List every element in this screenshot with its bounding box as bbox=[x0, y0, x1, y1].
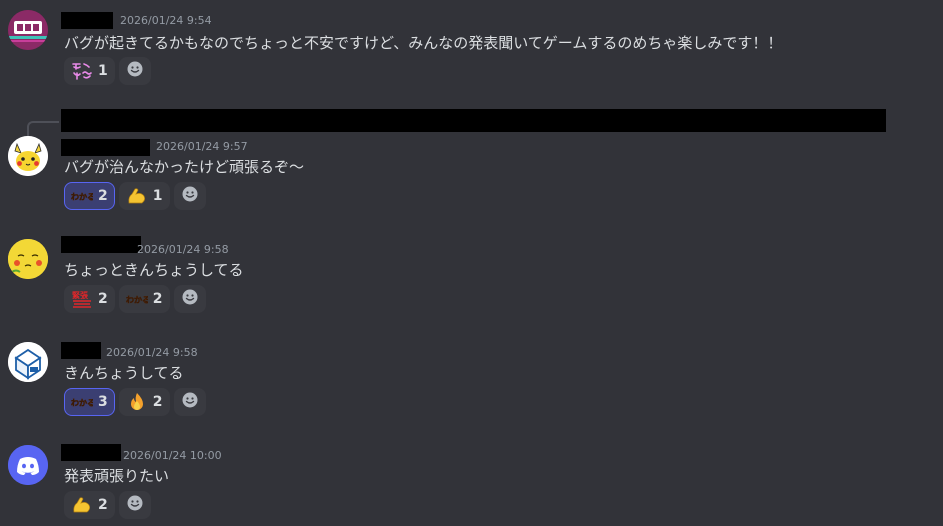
tanoshimi-sticker-icon bbox=[71, 61, 93, 81]
message-text: きんちょうしてる bbox=[64, 364, 184, 382]
add-reaction-button[interactable] bbox=[118, 57, 151, 85]
username-redacted[interactable] bbox=[61, 139, 150, 156]
reply-preview-redacted[interactable] bbox=[61, 109, 886, 132]
avatar[interactable] bbox=[8, 342, 48, 382]
flexed-biceps-icon bbox=[126, 186, 148, 206]
avatar[interactable] bbox=[8, 239, 48, 279]
wakaru-sticker-icon: わかる bbox=[71, 186, 93, 206]
reaction-flexed-biceps[interactable]: 1 bbox=[118, 182, 170, 210]
wakaru-sticker-icon: わかる bbox=[71, 392, 93, 412]
timestamp: 2026/01/24 10:00 bbox=[123, 449, 222, 462]
add-reaction-icon bbox=[126, 494, 144, 516]
wakaru-sticker-icon: わかる bbox=[126, 289, 148, 309]
timestamp: 2026/01/24 9:58 bbox=[106, 346, 198, 359]
add-reaction-icon bbox=[181, 391, 199, 413]
reaction-tanoshimi[interactable]: 1 bbox=[64, 57, 115, 85]
kinchou-sticker-icon: 緊張 bbox=[71, 289, 93, 309]
message-text: ちょっときんちょうしてる bbox=[64, 261, 244, 279]
reaction-wakaru[interactable]: わかる 2 bbox=[64, 182, 115, 210]
message-text: バグが治んなかったけど頑張るぞ〜 bbox=[64, 158, 305, 176]
reaction-count: 2 bbox=[98, 497, 108, 513]
reaction-count: 2 bbox=[152, 394, 163, 410]
timestamp: 2026/01/24 9:54 bbox=[120, 14, 212, 27]
reaction-count: 2 bbox=[98, 291, 108, 307]
reaction-count: 1 bbox=[98, 63, 108, 79]
avatar[interactable] bbox=[8, 445, 48, 485]
fire-icon bbox=[126, 392, 148, 412]
svg-text:緊張: 緊張 bbox=[72, 290, 89, 300]
add-reaction-icon bbox=[181, 288, 199, 310]
message-text: バグが起きてるかもなのでちょっと不安ですけど、みんなの発表聞いてゲームするのめち… bbox=[64, 34, 783, 52]
reaction-bar: 2 bbox=[64, 491, 151, 519]
username-redacted[interactable] bbox=[61, 236, 141, 253]
add-reaction-button[interactable] bbox=[118, 491, 151, 519]
username-redacted[interactable] bbox=[61, 444, 121, 461]
add-reaction-icon bbox=[181, 185, 199, 207]
flexed-biceps-icon bbox=[71, 495, 93, 515]
reaction-count: 3 bbox=[98, 394, 108, 410]
message-text: 発表頑張りたい bbox=[64, 467, 170, 485]
reaction-bar: わかる 2 1 bbox=[64, 182, 206, 210]
svg-text:わかる: わかる bbox=[71, 399, 93, 408]
reaction-wakaru[interactable]: わかる 2 bbox=[118, 285, 170, 313]
reaction-kinchou[interactable]: 緊張 2 bbox=[64, 285, 115, 313]
add-reaction-button[interactable] bbox=[173, 285, 206, 313]
reaction-bar: 緊張 2 わかる 2 bbox=[64, 285, 206, 313]
avatar[interactable] bbox=[8, 136, 48, 176]
reaction-bar: わかる 3 2 bbox=[64, 388, 206, 416]
svg-text:わかる: わかる bbox=[71, 193, 93, 202]
reaction-count: 1 bbox=[152, 188, 163, 204]
avatar[interactable] bbox=[8, 10, 48, 50]
add-reaction-icon bbox=[126, 60, 144, 82]
reaction-count: 2 bbox=[98, 188, 108, 204]
reaction-bar: 1 bbox=[64, 57, 151, 85]
username-redacted[interactable] bbox=[61, 342, 101, 359]
add-reaction-button[interactable] bbox=[173, 182, 206, 210]
reaction-fire[interactable]: 2 bbox=[118, 388, 170, 416]
username-redacted[interactable] bbox=[61, 12, 113, 29]
reaction-flexed-biceps[interactable]: 2 bbox=[64, 491, 115, 519]
timestamp: 2026/01/24 9:57 bbox=[156, 140, 248, 153]
reply-spine bbox=[27, 121, 59, 137]
add-reaction-button[interactable] bbox=[173, 388, 206, 416]
timestamp: 2026/01/24 9:58 bbox=[137, 243, 229, 256]
reaction-count: 2 bbox=[152, 291, 163, 307]
reaction-wakaru[interactable]: わかる 3 bbox=[64, 388, 115, 416]
svg-text:わかる: わかる bbox=[126, 296, 148, 305]
